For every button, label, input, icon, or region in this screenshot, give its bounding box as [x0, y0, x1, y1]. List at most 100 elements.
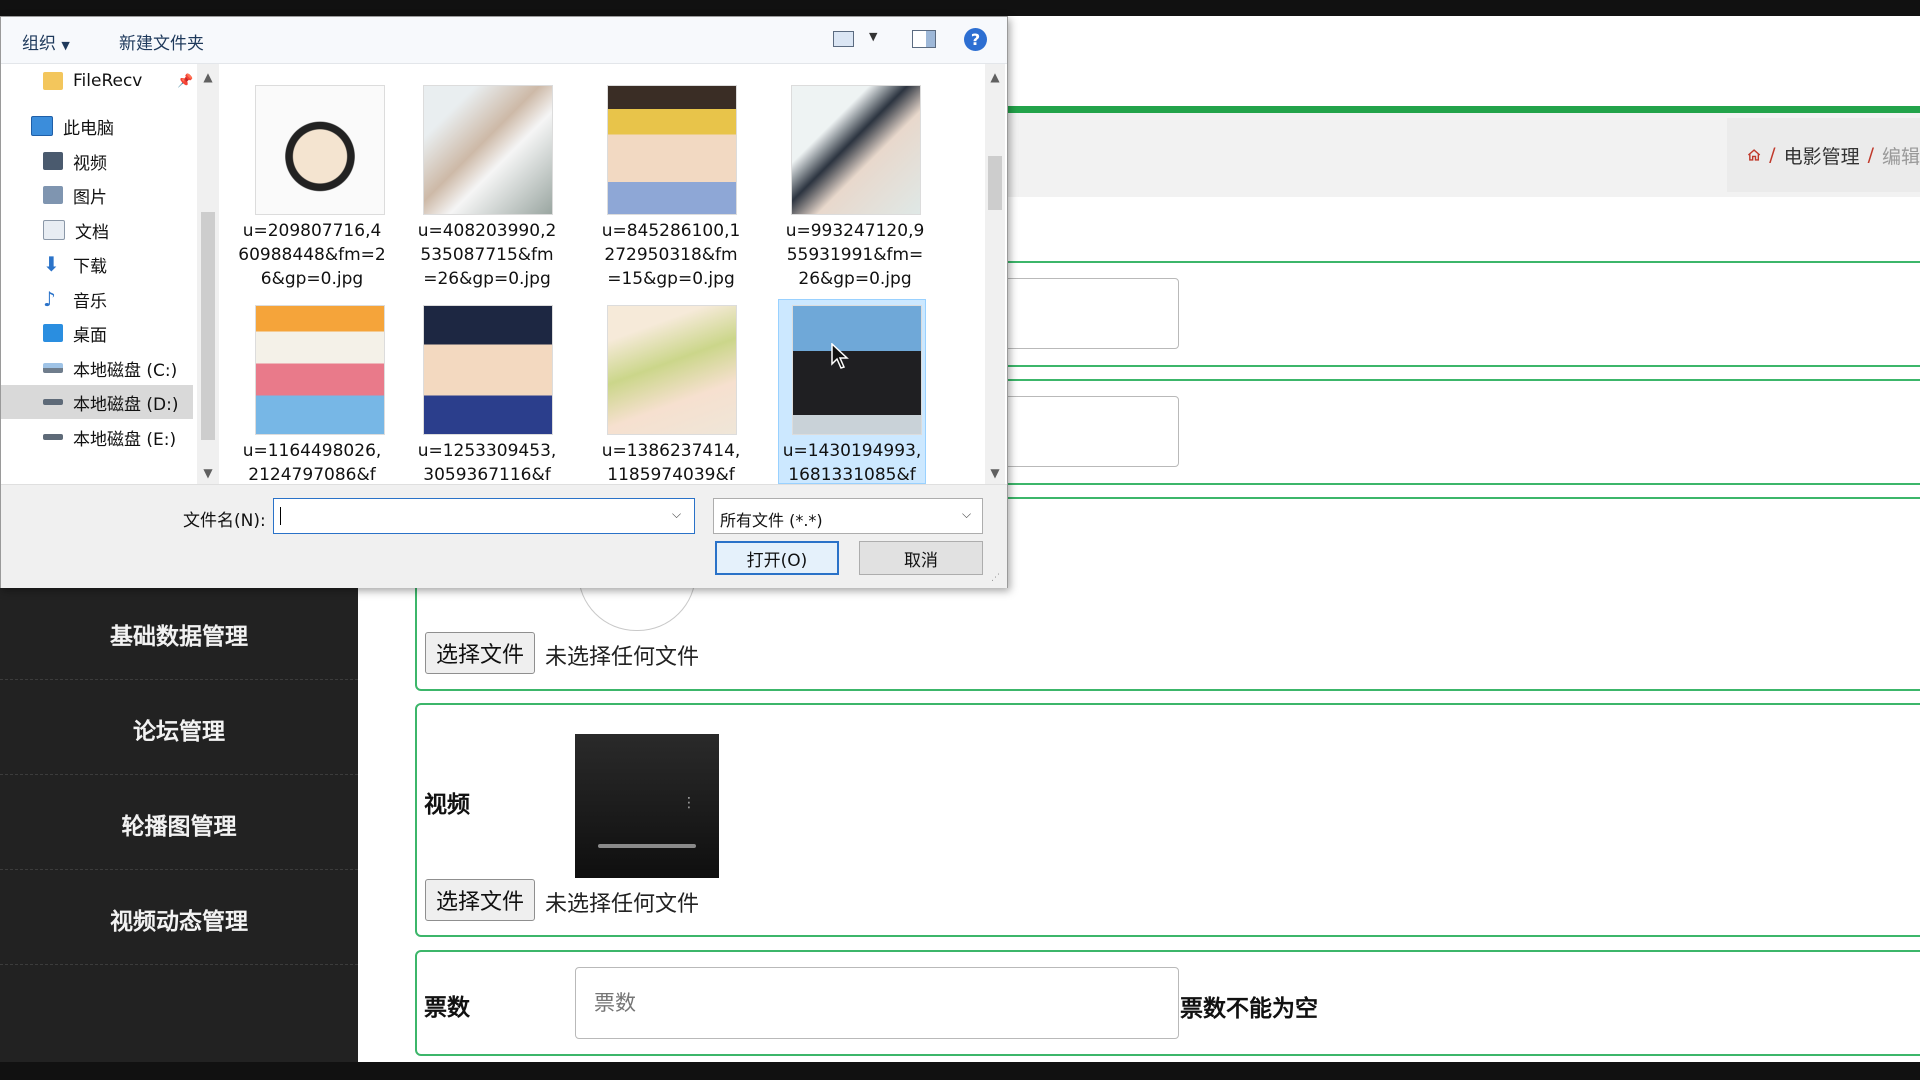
- file-tile[interactable]: u=845286100,1 272950318&fm =15&gp=0.jpg: [593, 64, 768, 294]
- drive-icon: [43, 434, 63, 440]
- file-name: u=845286100,1 272950318&fm =15&gp=0.jpg: [601, 221, 741, 289]
- votes-error-message: 票数不能为空: [1180, 996, 1318, 1022]
- folder-icon: [43, 72, 63, 90]
- file-tile-selected[interactable]: u=1430194993, 1681331085&f: [778, 299, 926, 484]
- nav-item-downloads[interactable]: ⬇ 下载: [1, 247, 193, 281]
- nav-item-music[interactable]: ♪ 音乐: [1, 282, 193, 316]
- no-file-selected-text: 未选择任何文件: [545, 645, 700, 670]
- choose-image-file-button[interactable]: 选择文件: [425, 632, 536, 674]
- nav-item-drive-e[interactable]: 本地磁盘 (E:): [1, 420, 193, 454]
- no-video-selected-text: 未选择任何文件: [545, 892, 700, 917]
- votes-label: 票数: [424, 995, 470, 1021]
- chevron-down-icon[interactable]: ⌵: [672, 507, 681, 522]
- woman-portrait-thumbnail: [791, 85, 921, 215]
- votes-input[interactable]: [575, 967, 1179, 1039]
- nav-item-pictures[interactable]: 图片: [1, 178, 193, 212]
- choose-video-file-button[interactable]: 选择文件: [425, 879, 536, 921]
- anime-detective-thumbnail: [423, 305, 553, 435]
- nav-item-this-pc[interactable]: 此电脑: [1, 109, 193, 143]
- nav-item-label: 下载: [73, 256, 107, 277]
- file-tile[interactable]: u=1164498026, 2124797086&f: [225, 294, 400, 484]
- nav-item-label: 此电脑: [63, 118, 114, 139]
- cartoon-boy-thumbnail: [255, 85, 385, 215]
- chevron-down-icon: ⌵: [962, 507, 972, 521]
- home-icon[interactable]: [1747, 145, 1761, 165]
- pin-icon[interactable]: 📌: [177, 74, 193, 89]
- navigation-pane: FileRecv 📌 此电脑 视频 图片 文档 ⬇ 下载 ♪ 音乐 桌面 本地磁…: [1, 64, 219, 484]
- nav-item-documents[interactable]: 文档: [1, 213, 193, 247]
- filetype-select[interactable]: 所有文件 (*.*) ⌵: [713, 498, 983, 534]
- man-beach-thumbnail: [792, 305, 922, 435]
- file-grid-scrollbar[interactable]: ▲ ▼: [985, 64, 1005, 484]
- file-tile[interactable]: u=408203990,2 535087715&fm =26&gp=0.jpg: [409, 64, 584, 294]
- nav-item-label: 文档: [75, 222, 109, 243]
- resize-grip-icon[interactable]: ⋰: [991, 573, 1000, 583]
- preview-pane-icon[interactable]: [912, 30, 936, 48]
- filename-input[interactable]: ⌵: [273, 498, 695, 534]
- scroll-up-icon[interactable]: ▲: [985, 70, 1005, 84]
- file-open-dialog: 组织 ▼ 新建文件夹 ▼ ? FileRecv 📌 此电脑 视频 图片 文档 ⬇…: [0, 16, 1008, 588]
- sidebar-item-video-news[interactable]: 视频动态管理: [0, 873, 358, 965]
- breadcrumb-item-movies[interactable]: 电影管理: [1784, 142, 1860, 169]
- breadcrumb: / 电影管理 / 编辑: [1727, 118, 1920, 192]
- sidebar-item-carousel[interactable]: 轮播图管理: [0, 778, 358, 870]
- video-folder-icon: [43, 152, 63, 170]
- sidebar-item-label: 基础数据管理: [110, 623, 248, 650]
- scroll-down-icon[interactable]: ▼: [198, 466, 218, 480]
- more-options-icon[interactable]: ⋮: [682, 796, 696, 818]
- documents-folder-icon: [43, 220, 65, 240]
- bottom-black-bar: [0, 1062, 1920, 1080]
- text-input[interactable]: [1000, 396, 1179, 467]
- sidebar-item-label: 论坛管理: [133, 718, 225, 745]
- nav-item-label: 本地磁盘 (C:): [73, 360, 178, 381]
- chevron-down-icon[interactable]: ▼: [869, 30, 877, 43]
- nav-item-desktop[interactable]: 桌面: [1, 316, 193, 350]
- file-tile[interactable]: u=209807716,4 60988448&fm=2 6&gp=0.jpg: [225, 64, 400, 294]
- sidebar-item-label: 轮播图管理: [121, 813, 237, 840]
- header-accent-line: [1007, 106, 1920, 113]
- new-folder-button[interactable]: 新建文件夹: [119, 29, 204, 54]
- nav-item-drive-c[interactable]: 本地磁盘 (C:): [1, 351, 193, 385]
- text-caret: [280, 507, 281, 525]
- pictures-folder-icon: [43, 186, 63, 204]
- filename-label: 文件名(N):: [183, 511, 266, 531]
- nav-item-label: FileRecv: [73, 71, 143, 91]
- nav-item-drive-d[interactable]: 本地磁盘 (D:): [1, 385, 193, 419]
- nav-scrollbar[interactable]: ▲ ▼: [197, 64, 219, 484]
- computer-icon: [31, 116, 53, 136]
- video-progress-bar[interactable]: [598, 844, 696, 848]
- file-tile[interactable]: u=1253309453, 3059367116&f: [409, 294, 584, 484]
- anime-girl-thumbnail: [607, 305, 737, 435]
- dialog-toolbar: 组织 ▼ 新建文件夹 ▼ ?: [1, 17, 1007, 64]
- scroll-down-icon[interactable]: ▼: [985, 466, 1005, 480]
- file-tile[interactable]: u=993247120,9 55931991&fm= 26&gp=0.jpg: [777, 64, 952, 294]
- scroll-up-icon[interactable]: ▲: [198, 70, 218, 84]
- nav-item-label: 音乐: [73, 291, 107, 312]
- organize-menu[interactable]: 组织 ▼: [22, 29, 70, 54]
- portrait-flowers-thumbnail: [423, 85, 553, 215]
- breadcrumb-item-edit: 编辑: [1881, 145, 1920, 168]
- anime-boy-yellow-hat-thumbnail: [607, 85, 737, 215]
- dialog-footer: 文件名(N): ⌵ 所有文件 (*.*) ⌵ 打开(O) 取消 ⋰: [1, 484, 1007, 588]
- help-icon[interactable]: ?: [964, 28, 987, 51]
- file-grid-scrollbar-thumb[interactable]: [988, 156, 1002, 210]
- file-grid: u=209807716,4 60988448&fm=2 6&gp=0.jpg u…: [225, 64, 985, 484]
- sidebar-item-basic-data[interactable]: 基础数据管理: [0, 588, 358, 680]
- view-options-icon[interactable]: [833, 31, 854, 47]
- cancel-button[interactable]: 取消: [859, 541, 983, 575]
- text-input[interactable]: [1000, 278, 1179, 349]
- nav-item-label: 桌面: [73, 325, 107, 346]
- file-tile[interactable]: u=1386237414, 1185974039&f: [593, 294, 768, 484]
- download-icon: ⬇: [43, 252, 60, 276]
- sidebar-item-label: 视频动态管理: [110, 908, 248, 935]
- open-button[interactable]: 打开(O): [715, 541, 839, 575]
- nav-item-videos[interactable]: 视频: [1, 144, 193, 178]
- breadcrumb-separator: /: [1867, 144, 1874, 166]
- file-name: u=1386237414, 1185974039&f: [601, 441, 741, 484]
- nav-scrollbar-thumb[interactable]: [201, 212, 215, 440]
- desktop-icon: [43, 324, 63, 342]
- video-label: 视频: [424, 792, 470, 818]
- video-player[interactable]: ⋮: [575, 734, 719, 878]
- sidebar-item-forum[interactable]: 论坛管理: [0, 683, 358, 775]
- nav-item-filerecv[interactable]: FileRecv 📌: [1, 64, 193, 98]
